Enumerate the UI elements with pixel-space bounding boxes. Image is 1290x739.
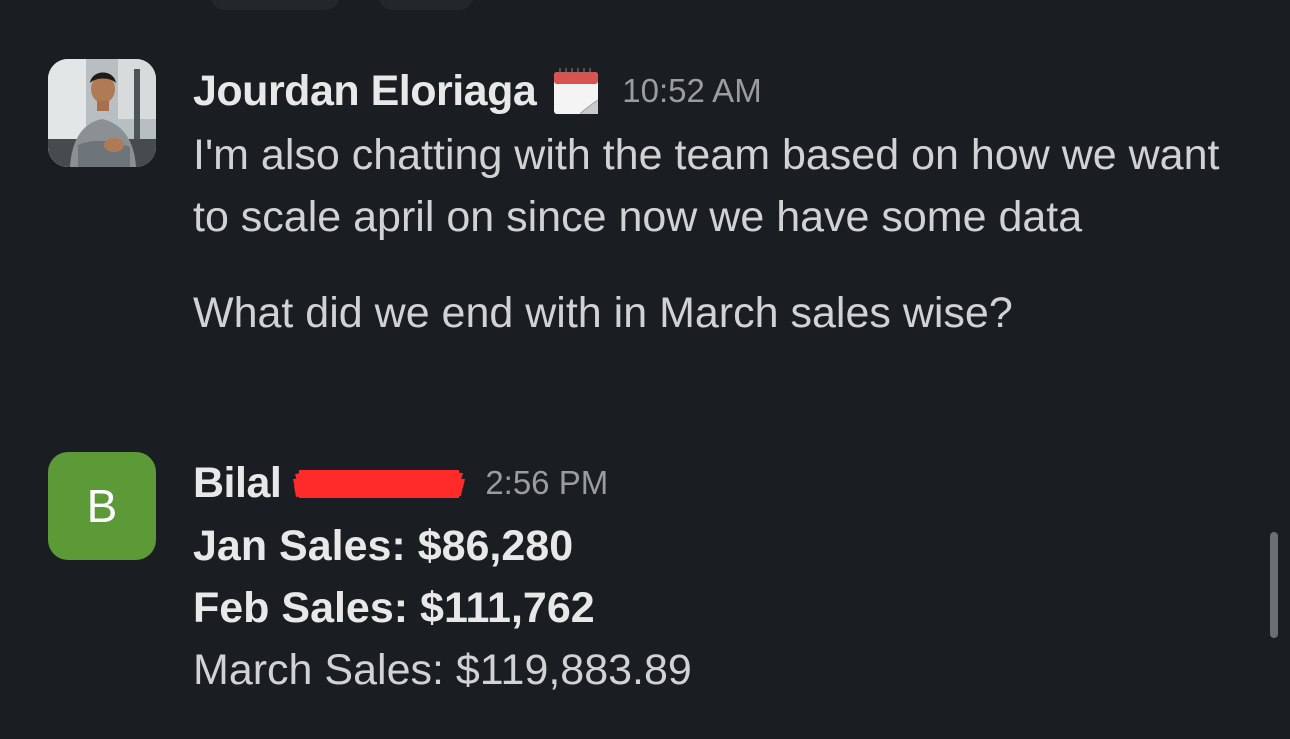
sales-label: Feb Sales: — [193, 584, 409, 632]
message-header: Jourdan Eloriaga 10:52 AM — [193, 60, 762, 122]
reaction-pill[interactable] — [210, 0, 340, 10]
sales-value: $111,762 — [420, 584, 595, 632]
sales-line: March Sales: $119,883.89 — [193, 639, 1233, 701]
sales-value: $86,280 — [417, 522, 574, 570]
timestamp[interactable]: 10:52 AM — [622, 72, 761, 110]
avatar-photo — [48, 59, 156, 167]
message-text: What did we end with in March sales wise… — [193, 289, 1013, 337]
avatar[interactable]: B — [48, 452, 156, 560]
sales-value: $119,883.89 — [455, 646, 692, 694]
sales-label: March Sales: — [193, 646, 444, 694]
chat-screen: Jourdan Eloriaga 10:52 AM I'm also chatt… — [0, 0, 1290, 739]
avatar[interactable] — [48, 59, 156, 167]
redaction-mark — [293, 470, 466, 498]
calendar-icon — [554, 68, 599, 115]
message-body: I'm also chatting with the team based on… — [193, 124, 1233, 344]
reaction-pill[interactable] — [378, 0, 474, 10]
avatar-letter: B — [86, 480, 118, 532]
author-name[interactable]: Bilal — [193, 459, 282, 508]
timestamp[interactable]: 2:56 PM — [485, 464, 608, 502]
message-body: Jan Sales: $86,280 Feb Sales: $111,762 M… — [193, 515, 1233, 701]
sales-line: Jan Sales: $86,280 — [193, 515, 1233, 577]
author-name[interactable]: Jourdan Eloriaga — [193, 67, 537, 116]
scrollbar[interactable] — [1270, 532, 1278, 638]
sales-label: Jan Sales: — [193, 522, 406, 570]
message-text: I'm also chatting with the team based on… — [193, 131, 1220, 241]
sales-line: Feb Sales: $111,762 — [193, 577, 1233, 639]
message-header: Bilal 2:56 PM — [193, 452, 608, 514]
